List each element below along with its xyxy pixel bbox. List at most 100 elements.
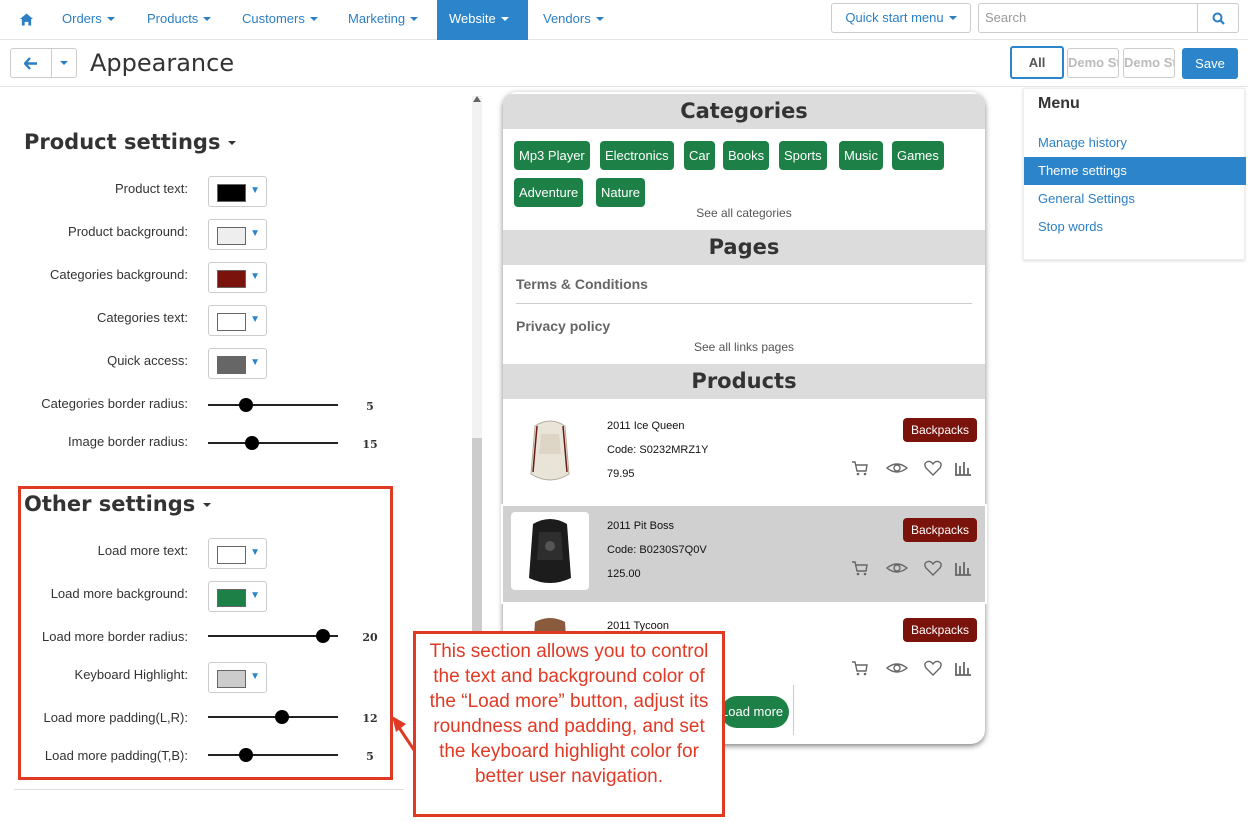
caret-down-icon xyxy=(106,17,115,21)
storefront-button[interactable]: Demo Sto xyxy=(1123,48,1175,78)
caret-down-icon xyxy=(948,16,957,20)
nav-vendors[interactable]: Vendors xyxy=(531,0,616,40)
category-badge[interactable]: Backpacks xyxy=(903,418,977,442)
load-more-button[interactable]: Load more xyxy=(721,696,789,728)
page-header: Appearance All Demo Sto Demo Sto Save xyxy=(0,41,1248,87)
caret-down-icon xyxy=(410,17,419,21)
nav-label: Products xyxy=(147,11,199,26)
divider xyxy=(793,685,794,735)
categories-text-color-picker[interactable]: ▼ xyxy=(208,305,267,336)
caret-down-icon xyxy=(595,17,604,21)
categories-background-color-picker[interactable]: ▼ xyxy=(208,262,267,293)
page-title: Appearance xyxy=(90,49,235,77)
storefront-button[interactable]: Demo Sto xyxy=(1067,48,1119,78)
menu-item-stop-words[interactable]: Stop words xyxy=(1024,213,1246,241)
scroll-up-arrow-icon[interactable] xyxy=(473,96,481,102)
categories-heading: Categories xyxy=(503,94,985,129)
menu-item-general-settings[interactable]: General Settings xyxy=(1024,185,1246,213)
caret-down-icon: ▼ xyxy=(250,357,260,368)
product-image[interactable] xyxy=(511,412,589,490)
color-swatch xyxy=(217,227,246,245)
product-name[interactable]: 2011 Ice Queen xyxy=(607,420,684,432)
image-border-radius-slider[interactable] xyxy=(208,436,338,450)
products-heading: Products xyxy=(503,364,985,399)
category-chip[interactable]: Sports xyxy=(779,141,827,170)
section-title-text: Product settings xyxy=(24,130,221,154)
product-background-color-picker[interactable]: ▼ xyxy=(208,219,267,250)
product-row[interactable]: 2011 Ice Queen Code: S0232MRZ1Y 79.95 Ba… xyxy=(503,404,985,504)
nav-customers[interactable]: Customers xyxy=(230,0,330,40)
home-icon[interactable] xyxy=(20,13,33,26)
arrow-left-icon xyxy=(24,57,37,70)
back-button[interactable] xyxy=(10,48,52,78)
category-chip[interactable]: Electronics xyxy=(600,141,674,170)
category-chip[interactable]: Adventure xyxy=(514,178,584,207)
category-badge[interactable]: Backpacks xyxy=(903,618,977,642)
product-settings-heading[interactable]: Product settings xyxy=(24,130,237,154)
product-text-color-picker[interactable]: ▼ xyxy=(208,176,267,207)
setting-label: Image border radius: xyxy=(68,434,188,449)
page-link[interactable]: Terms & Conditions xyxy=(516,276,648,292)
heart-icon[interactable] xyxy=(924,460,942,476)
heart-icon[interactable] xyxy=(924,660,942,676)
category-chip[interactable]: Car xyxy=(684,141,715,170)
keyboard-highlight-frame xyxy=(501,504,987,604)
color-swatch xyxy=(217,270,246,288)
setting-label: Categories border radius: xyxy=(41,396,188,411)
category-chip[interactable]: Games xyxy=(892,141,944,170)
search-input[interactable]: Search xyxy=(978,3,1198,33)
sidebar-menu: Menu Manage history Theme settings Gener… xyxy=(1023,88,1246,260)
quick-access-color-picker[interactable]: ▼ xyxy=(208,348,267,379)
compare-chart-icon[interactable] xyxy=(954,660,972,676)
quick-start-menu-button[interactable]: Quick start menu xyxy=(831,3,971,33)
menu-item-manage-history[interactable]: Manage history xyxy=(1024,129,1246,157)
caret-down-icon xyxy=(500,17,509,21)
setting-label: Categories text: xyxy=(96,310,188,325)
see-all-pages-link[interactable]: See all links pages xyxy=(503,340,985,354)
color-swatch xyxy=(217,356,246,374)
menu-item-theme-settings[interactable]: Theme settings xyxy=(1024,157,1246,185)
top-navigation: Orders Products Customers Marketing Webs… xyxy=(0,0,1248,40)
scrollbar-thumb[interactable] xyxy=(472,438,482,638)
save-button[interactable]: Save xyxy=(1182,48,1238,79)
slider-value: 5 xyxy=(366,400,374,413)
search-icon xyxy=(1212,12,1225,25)
nav-label: Customers xyxy=(242,11,305,26)
setting-label: Quick access: xyxy=(107,353,188,368)
category-chip[interactable]: Nature xyxy=(596,178,646,207)
caret-down-icon: ▼ xyxy=(250,314,260,325)
nav-products[interactable]: Products xyxy=(135,0,223,40)
nav-marketing[interactable]: Marketing xyxy=(336,0,430,40)
cart-icon[interactable] xyxy=(851,660,869,676)
eye-icon[interactable] xyxy=(886,460,908,476)
divider xyxy=(14,789,404,790)
nav-website[interactable]: Website xyxy=(437,0,528,40)
slider-thumb[interactable] xyxy=(245,436,259,450)
storefront-all-button[interactable]: All xyxy=(1010,46,1064,79)
nav-label: Marketing xyxy=(348,11,406,26)
category-chip[interactable]: Mp3 Player xyxy=(514,141,590,170)
nav-orders[interactable]: Orders xyxy=(50,0,127,40)
annotation-highlight-box xyxy=(18,486,393,780)
nav-label: Orders xyxy=(62,11,102,26)
backpack-image xyxy=(530,420,570,481)
divider xyxy=(516,303,972,304)
nav-label: Vendors xyxy=(543,11,591,26)
back-dropdown-button[interactable] xyxy=(51,48,77,78)
see-all-categories-link[interactable]: See all categories xyxy=(503,206,985,220)
caret-down-icon: ▼ xyxy=(250,185,260,196)
categories-border-radius-slider[interactable] xyxy=(208,398,338,412)
slider-value: 15 xyxy=(362,438,378,451)
slider-track xyxy=(208,404,338,406)
search-button[interactable] xyxy=(1197,3,1239,33)
category-chip[interactable]: Books xyxy=(723,141,770,170)
setting-label: Product background: xyxy=(68,224,188,239)
slider-thumb[interactable] xyxy=(239,398,253,412)
category-chip[interactable]: Music xyxy=(839,141,883,170)
caret-down-icon: ▼ xyxy=(250,271,260,282)
page-link[interactable]: Privacy policy xyxy=(516,318,610,334)
compare-chart-icon[interactable] xyxy=(954,460,972,476)
eye-icon[interactable] xyxy=(886,660,908,676)
search-placeholder: Search xyxy=(985,10,1027,25)
cart-icon[interactable] xyxy=(851,460,869,476)
